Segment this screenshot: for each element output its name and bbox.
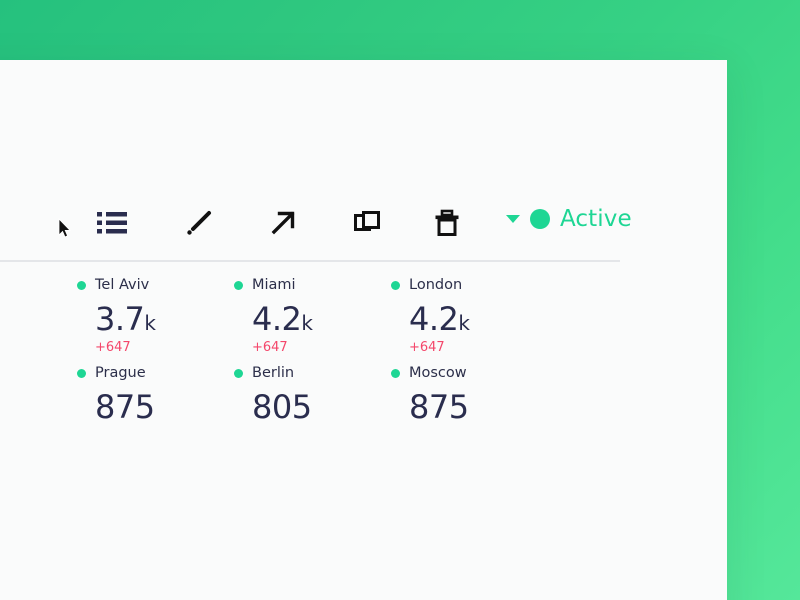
stat-value: 1.3k xyxy=(0,388,77,426)
delete-button[interactable] xyxy=(425,201,469,245)
app-panel: Active Delhi 7.3k Tel Avi xyxy=(0,60,727,600)
stat-card[interactable]: Moscow 875 xyxy=(391,364,548,446)
stat-header: Moscow xyxy=(391,364,548,382)
status-dot-icon xyxy=(391,280,400,290)
stat-value: 805 xyxy=(252,388,312,426)
copy-icon xyxy=(352,208,382,238)
stats-grid: Delhi 7.3k Tel Aviv 3.7k +647 xyxy=(0,276,727,528)
trash-icon xyxy=(432,208,462,238)
stat-delta: +647 xyxy=(409,340,445,355)
stat-unit: k xyxy=(458,311,470,335)
stat-value: 4.2k xyxy=(252,300,313,338)
list-icon xyxy=(97,210,127,236)
stat-label: Berlin xyxy=(252,365,295,381)
stat-delta: +647 xyxy=(95,340,131,355)
status-dot-icon xyxy=(77,280,86,290)
app-stage: Active Delhi 7.3k Tel Avi xyxy=(0,0,800,600)
mouse-pointer-icon xyxy=(58,218,72,238)
chevron-down-icon xyxy=(506,215,520,223)
stat-card[interactable]: Mombai 1.3k xyxy=(0,364,77,446)
stat-header: Delhi xyxy=(0,276,77,294)
stat-value: 7.3k xyxy=(0,300,77,338)
stat-card[interactable]: Prague 875 xyxy=(77,364,234,446)
stats-row: Delhi 7.3k Tel Aviv 3.7k +647 xyxy=(0,276,727,364)
share-button[interactable] xyxy=(261,201,305,245)
stat-label: Moscow xyxy=(409,365,467,381)
stat-value: 875 xyxy=(95,388,155,426)
stat-card[interactable]: Tel Aviv 3.7k +647 xyxy=(77,276,234,364)
status-dot-icon xyxy=(234,368,243,378)
status-badge: Active xyxy=(560,206,632,232)
stat-card[interactable]: Miami 4.2k +647 xyxy=(234,276,391,364)
stat-header: Tel Aviv xyxy=(77,276,234,294)
stat-card[interactable]: London 4.2k +647 xyxy=(391,276,548,364)
status-dot-icon xyxy=(77,368,86,378)
status-dot-icon xyxy=(391,368,400,378)
toolbar: Active xyxy=(0,60,727,260)
list-button[interactable] xyxy=(90,201,134,245)
toolbar-divider xyxy=(0,260,620,262)
stat-header: London xyxy=(391,276,548,294)
duplicate-button[interactable] xyxy=(345,201,389,245)
stat-unit: k xyxy=(144,311,156,335)
stat-header: Mombai xyxy=(0,364,77,382)
status-dot-icon xyxy=(234,280,243,290)
stats-row: Dublin 1.3k xyxy=(0,446,727,528)
stat-label: Tel Aviv xyxy=(95,277,150,293)
arrow-up-right-icon xyxy=(268,208,298,238)
pencil-icon xyxy=(184,208,214,238)
stat-card[interactable]: Delhi 7.3k xyxy=(0,276,77,364)
stat-card[interactable]: Dublin 1.3k xyxy=(0,446,77,528)
stat-label: Prague xyxy=(95,365,146,381)
stat-label: London xyxy=(409,277,463,293)
stat-header: Prague xyxy=(77,364,234,382)
stat-value: 875 xyxy=(409,388,469,426)
status-dropdown[interactable]: Active xyxy=(506,206,632,232)
stat-header: Dublin xyxy=(0,446,77,464)
stat-header: Berlin xyxy=(234,364,391,382)
stat-delta: +647 xyxy=(252,340,288,355)
stat-unit: k xyxy=(301,311,313,335)
stat-value: 4.2k xyxy=(409,300,470,338)
stat-header: Miami xyxy=(234,276,391,294)
stats-row: Mombai 1.3k Prague 875 Berlin xyxy=(0,364,727,446)
stat-value: 3.7k xyxy=(95,300,156,338)
stat-value: 1.3k xyxy=(0,470,77,508)
edit-button[interactable] xyxy=(177,201,221,245)
status-dot-icon xyxy=(530,209,550,229)
stat-card[interactable]: Berlin 805 xyxy=(234,364,391,446)
stat-label: Miami xyxy=(252,277,296,293)
